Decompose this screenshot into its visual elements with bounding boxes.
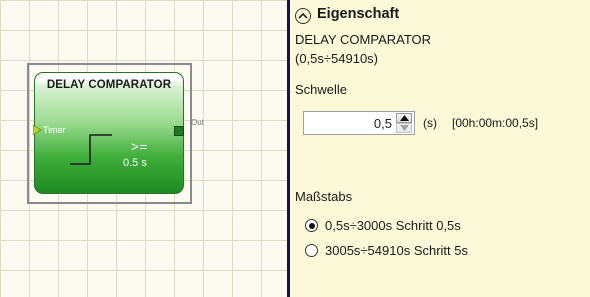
spin-up-button[interactable] <box>396 113 412 123</box>
block-title: DELAY COMPARATOR <box>46 79 172 91</box>
chevron-up-circle-icon[interactable] <box>295 8 311 24</box>
properties-panel: Eigenschaft DELAY COMPARATOR (0,5s÷54910… <box>290 0 590 297</box>
unit-label: (s) <box>423 116 437 130</box>
panel-title: Eigenschaft <box>317 6 400 22</box>
scale-label: Maßstabs <box>295 189 353 204</box>
scale-option-label: 0,5s÷3000s Schritt 0,5s <box>325 218 461 233</box>
component-name: DELAY COMPARATOR <box>295 32 432 47</box>
triangle-up-icon <box>400 115 409 121</box>
radio-button[interactable] <box>305 244 318 257</box>
spin-down-button[interactable] <box>396 123 412 133</box>
threshold-value: 0,5 <box>373 116 392 131</box>
time-display: [00h:00m:00,5s] <box>452 116 539 130</box>
output-pin[interactable] <box>174 126 184 136</box>
output-out-label: Out <box>191 118 204 127</box>
input-pin-icon[interactable] <box>33 125 43 135</box>
delay-value-label: 0.5 s <box>123 157 147 169</box>
radio-button-selected[interactable] <box>305 219 318 232</box>
step-function-icon <box>70 134 112 165</box>
delay-comparator-block[interactable]: DELAY COMPARATOR Timer >= 0.5 s <box>34 72 184 194</box>
operator-label: >= <box>131 139 149 154</box>
triangle-down-icon <box>400 125 409 131</box>
scale-option-label: 3005s÷54910s Schritt 5s <box>325 243 468 258</box>
threshold-label: Schwelle <box>295 82 348 97</box>
threshold-input[interactable]: 0,5 <box>303 111 415 135</box>
logic-canvas[interactable]: DELAY COMPARATOR Timer >= 0.5 s Out <box>0 0 287 297</box>
input-timer-label: Timer <box>43 125 66 135</box>
component-range: (0,5s÷54910s) <box>295 51 379 66</box>
